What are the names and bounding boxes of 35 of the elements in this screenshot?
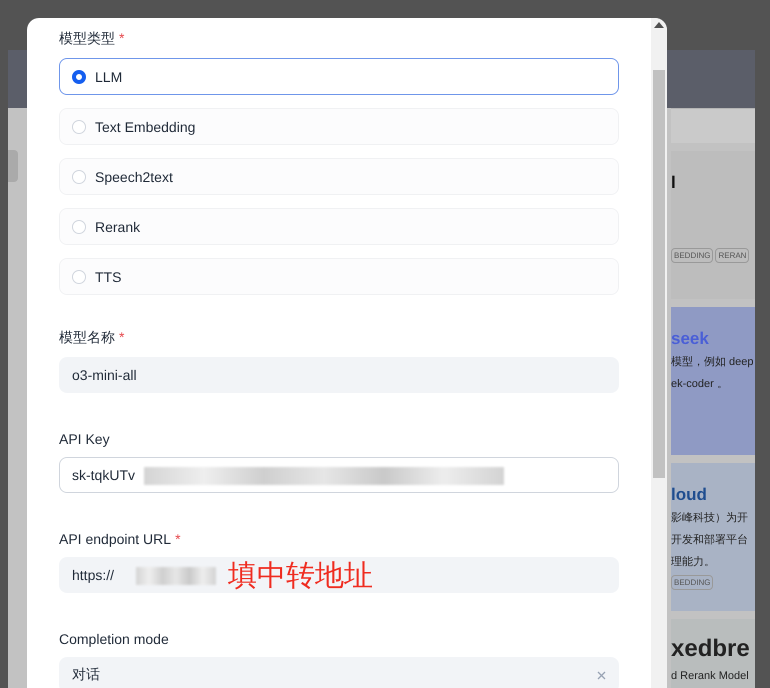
required-mark: * xyxy=(119,329,124,347)
clear-icon[interactable] xyxy=(597,670,606,680)
required-mark: * xyxy=(119,30,124,48)
radio-option[interactable]: TTS xyxy=(59,258,619,295)
field-label: 模型类型 xyxy=(59,30,115,48)
radio-option[interactable]: Text Embedding xyxy=(59,108,619,145)
field-label: API endpoint URL xyxy=(59,531,172,547)
card-description: 开发和部署平台 xyxy=(671,532,749,548)
field-label: API Key xyxy=(59,431,110,447)
required-mark: * xyxy=(175,531,181,547)
scroll-up-icon[interactable] xyxy=(654,22,664,28)
card-description: d Rerank Model xyxy=(671,669,750,684)
field-label: 模型名称 xyxy=(59,329,115,347)
card-description: 模型，例如 deep xyxy=(671,355,755,370)
model-tag: BEDDING xyxy=(671,248,714,263)
input-field[interactable]: o3-mini-all xyxy=(59,357,619,393)
input-field[interactable]: https:// 填中转地址 xyxy=(59,557,619,593)
card-title: l xyxy=(671,173,677,193)
card-title: xedbre xyxy=(671,635,751,663)
input-field[interactable]: sk-tqkUTv xyxy=(59,457,619,493)
card-title: seek xyxy=(671,329,710,349)
annotation-text: 填中转地址 xyxy=(228,559,373,594)
card-description: 影峰科技）为开 xyxy=(671,511,749,526)
scrollbar-thumb[interactable] xyxy=(653,70,665,478)
card-title: loud xyxy=(671,485,708,505)
scrollbar[interactable] xyxy=(651,18,667,688)
model-tag: RERAN xyxy=(715,248,750,263)
model-tag: BEDDING xyxy=(671,575,714,590)
card-description: 理能力。 xyxy=(671,555,716,570)
completion-mode-select[interactable]: 对话 xyxy=(59,657,619,688)
field-label: Completion mode xyxy=(59,631,169,647)
card-description: ek-coder 。 xyxy=(671,377,729,392)
radio-option[interactable]: LLM xyxy=(59,58,619,95)
radio-option[interactable]: Speech2text xyxy=(59,158,619,195)
radio-option[interactable]: Rerank xyxy=(59,208,619,245)
